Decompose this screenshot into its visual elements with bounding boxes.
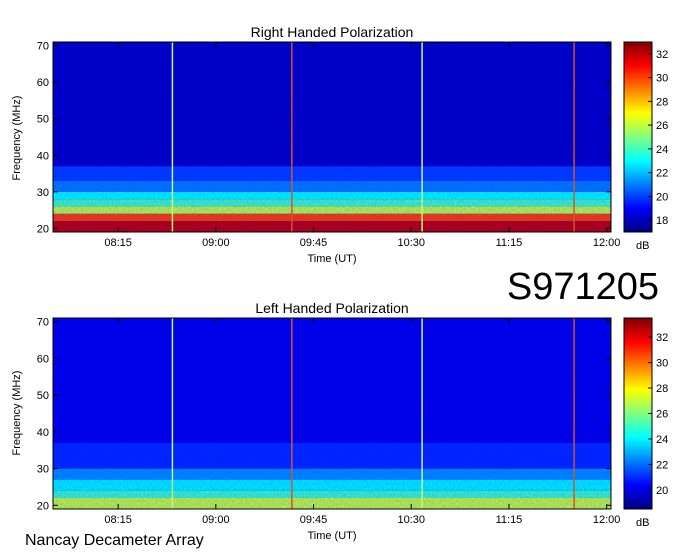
colorbar-tick-label: 30 (656, 358, 668, 370)
heatmap-area (52, 317, 612, 510)
colorbar: 18 20 22 24 26 28 30 32 (623, 41, 668, 233)
colorbar-tick-label: 24 (656, 144, 668, 156)
colorbar-scale (623, 41, 653, 233)
y-tick-label: 20 (37, 223, 49, 235)
x-tick-label: 10:30 (397, 237, 425, 249)
colorbar-unit: dB (636, 517, 649, 529)
y-axis-title: Frequency (MHz) (11, 371, 23, 456)
spectrogram-figure: Right Handed Polarization 08:15 09:00 09:4… (11, 24, 668, 549)
y-tick-label: 40 (37, 427, 49, 439)
colorbar-tick-label: 22 (656, 459, 668, 471)
panel-title: Left Handed Polarization (255, 300, 408, 316)
x-tick-label: 12:00 (593, 237, 621, 249)
observation-id: S971205 (507, 266, 659, 308)
x-axis-title: Time (UT) (307, 253, 356, 265)
y-tick-label: 60 (37, 353, 49, 365)
heatmap-texture (53, 42, 611, 232)
y-tick-label: 20 (37, 500, 49, 512)
y-tick-label: 50 (37, 390, 49, 402)
footer-label: Nancay Decameter Array (25, 532, 204, 549)
x-tick-label: 11:15 (496, 514, 523, 526)
colorbar-tick-label: 26 (656, 120, 668, 132)
colorbar-tick-label: 20 (656, 485, 668, 497)
colorbar-tick-label: 26 (656, 409, 668, 421)
x-tick-label: 09:00 (202, 237, 230, 249)
x-tick-label: 11:15 (496, 237, 523, 249)
colorbar-tick-label: 30 (656, 73, 668, 85)
y-tick-label: 30 (37, 464, 49, 476)
y-tick-label: 40 (37, 150, 49, 162)
colorbar-tick-label: 28 (656, 96, 668, 108)
y-tick-label: 30 (37, 187, 49, 199)
x-axis-title: Time (UT) (307, 530, 356, 542)
heatmap-area (52, 41, 612, 233)
y-tick-label: 50 (37, 114, 49, 126)
x-tick-label: 09:45 (300, 514, 328, 526)
x-tick-label: 10:30 (397, 514, 425, 526)
colorbar: 20 22 24 26 28 30 32 (623, 317, 668, 510)
colorbar-tick-label: 28 (656, 383, 668, 395)
colorbar-tick-label: 32 (656, 49, 668, 61)
left-polarization-panel: Left Handed Polarization 08:15 09:00 09:45… (11, 300, 668, 542)
colorbar-scale (623, 317, 653, 510)
x-tick-label: 09:45 (300, 237, 328, 249)
panel-title: Right Handed Polarization (251, 24, 414, 40)
y-tick-label: 70 (37, 41, 49, 53)
colorbar-tick-label: 18 (656, 215, 668, 227)
colorbar-tick-label: 20 (656, 191, 668, 203)
colorbar-tick-label: 22 (656, 168, 668, 180)
x-tick-label: 08:15 (104, 237, 132, 249)
colorbar-unit: dB (636, 240, 649, 252)
x-tick-label: 08:15 (104, 514, 132, 526)
x-tick-label: 12:00 (593, 514, 621, 526)
colorbar-tick-label: 32 (656, 332, 668, 344)
colorbar-tick-label: 24 (656, 434, 668, 446)
right-polarization-panel: Right Handed Polarization 08:15 09:00 09:4… (11, 24, 668, 265)
y-axis-title: Frequency (MHz) (11, 96, 23, 181)
x-tick-label: 09:00 (202, 514, 230, 526)
y-tick-label: 70 (37, 317, 49, 329)
heatmap-texture (53, 318, 611, 509)
y-tick-label: 60 (37, 77, 49, 89)
